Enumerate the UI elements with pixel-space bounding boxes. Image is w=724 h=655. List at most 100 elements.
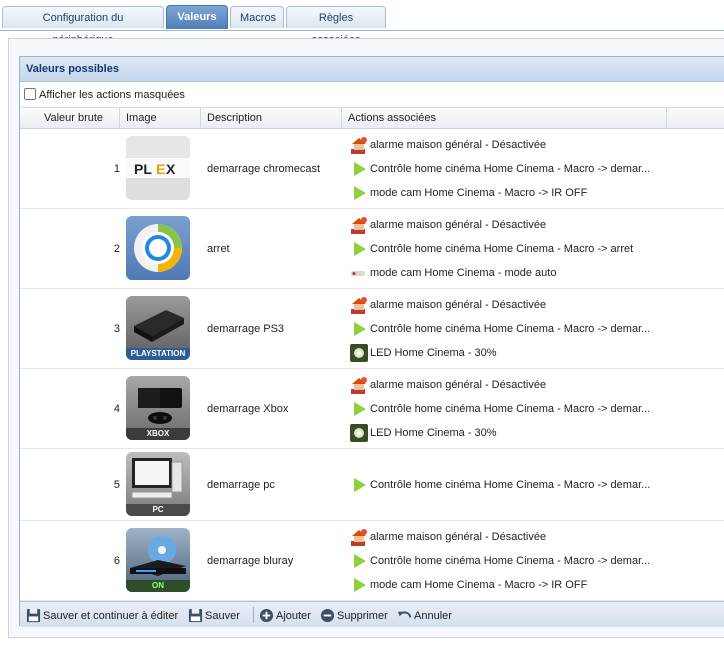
raw-value: 4 (113, 403, 120, 415)
associated-action[interactable]: mode cam Home Cinema - Macro -> IR OFF (347, 183, 667, 205)
value-description: arret (207, 243, 230, 255)
associated-action[interactable]: Contrôle home cinéma Home Cinema - Macro… (347, 319, 667, 341)
image-caption: XBOX (146, 429, 170, 438)
column-description[interactable]: Description (201, 108, 342, 128)
associated-action[interactable]: mode cam Home Cinema - Macro -> IR OFF (347, 575, 667, 597)
associated-action[interactable]: alarme maison général - Désactivée (347, 295, 667, 317)
raw-value: 3 (113, 323, 120, 335)
play-icon (354, 242, 366, 256)
table-row[interactable]: 3 PLAYSTATION demarrage PS3 alarme maiso… (20, 289, 724, 369)
chromecast-logo (126, 216, 190, 280)
associated-action[interactable]: LED Home Cinema - 30% (347, 423, 667, 445)
table-row[interactable]: 5 PC demarrage pc Contrôle home cinéma H… (20, 449, 724, 521)
show-hidden-actions: Afficher les actions masquées (20, 82, 724, 108)
toolbar-separator (253, 607, 254, 623)
delete-button[interactable]: Supprimer (320, 608, 392, 624)
associated-action[interactable]: alarme maison général - Désactivée (347, 215, 667, 237)
panel-title: Valeurs possibles (26, 63, 119, 75)
column-image[interactable]: Image (120, 108, 201, 128)
show-hidden-label[interactable]: Afficher les actions masquées (39, 89, 185, 101)
associated-action[interactable]: alarme maison général - Désactivée (347, 527, 667, 549)
play-icon (354, 162, 366, 176)
tab-values[interactable]: Valeurs (166, 5, 228, 29)
action-text: LED Home Cinema - 30% (370, 347, 497, 359)
raw-value: 2 (113, 243, 120, 255)
associated-action[interactable]: Contrôle home cinéma Home Cinema - Macro… (347, 551, 667, 573)
image-caption: PC (152, 505, 164, 514)
tab-associated-rules[interactable]: Règles associées (286, 6, 386, 46)
table-row[interactable]: 6 ON demarrage bluray alarme maison géné… (20, 521, 724, 601)
associated-action[interactable]: Contrôle home cinéma Home Cinema - Macro… (347, 475, 667, 497)
associated-action[interactable]: mode cam Home Cinema - mode auto (347, 263, 667, 285)
play-icon (354, 322, 366, 336)
action-text: Contrôle home cinéma Home Cinema - Macro… (370, 555, 651, 567)
column-raw-value[interactable]: Valeur brute (20, 108, 120, 128)
action-text: LED Home Cinema - 30% (370, 427, 497, 439)
associated-action[interactable]: alarme maison général - Désactivée (347, 135, 667, 157)
column-actions[interactable]: Actions associées (342, 108, 667, 128)
table-row[interactable]: 1 PL E X demarrage chromecast alarme mai… (20, 129, 724, 209)
tab-macros[interactable]: Macros (230, 6, 284, 28)
value-description: demarrage PS3 (207, 323, 285, 335)
action-text: alarme maison général - Désactivée (370, 379, 547, 391)
plus-circle-icon (259, 608, 274, 623)
action-text: Contrôle home cinéma Home Cinema - Macro… (370, 243, 634, 255)
action-text: Contrôle home cinéma Home Cinema - Macro… (370, 479, 651, 491)
tab-bar: Configuration du périphérique Valeurs Ma… (0, 0, 724, 46)
bluray-player: ON (126, 528, 190, 592)
associated-action[interactable]: LED Home Cinema - 30% (347, 343, 667, 365)
image-caption: ON (152, 581, 164, 590)
raw-value: 5 (113, 479, 120, 491)
alarm-house-icon (351, 377, 367, 394)
panel-header: Valeurs possibles (20, 57, 724, 82)
pc-computer: PC (126, 452, 190, 516)
floppy-disk-icon (188, 608, 203, 623)
add-button[interactable]: Ajouter (259, 608, 315, 624)
associated-action[interactable]: Contrôle home cinéma Home Cinema - Macro… (347, 159, 667, 181)
action-text: alarme maison général - Désactivée (370, 299, 547, 311)
action-text: Contrôle home cinéma Home Cinema - Macro… (370, 163, 651, 175)
action-text: Contrôle home cinéma Home Cinema - Macro… (370, 403, 651, 415)
led-light-icon (350, 344, 368, 362)
table-header: Valeur brute Image Description Actions a… (20, 108, 724, 129)
camera-icon (351, 271, 365, 276)
play-icon (354, 554, 366, 568)
action-text: alarme maison général - Désactivée (370, 219, 547, 231)
action-text: alarme maison général - Désactivée (370, 139, 547, 151)
value-description: demarrage bluray (207, 555, 294, 567)
floppy-disk-icon (26, 608, 41, 623)
table-row[interactable]: 4 XBOX demarrage Xbox alarme maison géné… (20, 369, 724, 449)
save-button[interactable]: Sauver (188, 608, 248, 624)
minus-circle-icon (320, 608, 335, 623)
action-text: alarme maison général - Désactivée (370, 531, 547, 543)
value-description: demarrage chromecast (207, 163, 321, 175)
action-text: Contrôle home cinéma Home Cinema - Macro… (370, 323, 651, 335)
action-text: mode cam Home Cinema - Macro -> IR OFF (370, 579, 588, 591)
undo-icon (397, 611, 412, 618)
tab-device-configuration[interactable]: Configuration du périphérique (2, 6, 164, 46)
cancel-button[interactable]: Annuler (397, 608, 461, 624)
play-icon (354, 402, 366, 416)
associated-action[interactable]: Contrôle home cinéma Home Cinema - Macro… (347, 399, 667, 421)
image-caption: PLAYSTATION (130, 349, 186, 358)
plex-logo: PL E X (126, 136, 190, 200)
alarm-house-icon (351, 529, 367, 546)
svg-text:PL: PL (134, 161, 152, 177)
action-text: mode cam Home Cinema - Macro -> IR OFF (370, 187, 588, 199)
value-description: demarrage Xbox (207, 403, 289, 415)
table-row[interactable]: 2 arret alarme maison général - Désactiv… (20, 209, 724, 289)
xbox-console: XBOX (126, 376, 190, 440)
show-hidden-checkbox[interactable] (24, 88, 36, 100)
associated-action[interactable]: alarme maison général - Désactivée (347, 375, 667, 397)
play-icon (354, 478, 366, 492)
save-continue-button[interactable]: Sauver et continuer à éditer (26, 608, 186, 624)
alarm-house-icon (351, 137, 367, 154)
alarm-house-icon (351, 297, 367, 314)
playstation-console: PLAYSTATION (126, 296, 190, 360)
value-description: demarrage pc (207, 479, 275, 491)
svg-text:X: X (166, 161, 176, 177)
associated-action[interactable]: Contrôle home cinéma Home Cinema - Macro… (347, 239, 667, 261)
svg-text:E: E (156, 161, 165, 177)
play-icon (354, 578, 366, 592)
play-icon (354, 186, 366, 200)
